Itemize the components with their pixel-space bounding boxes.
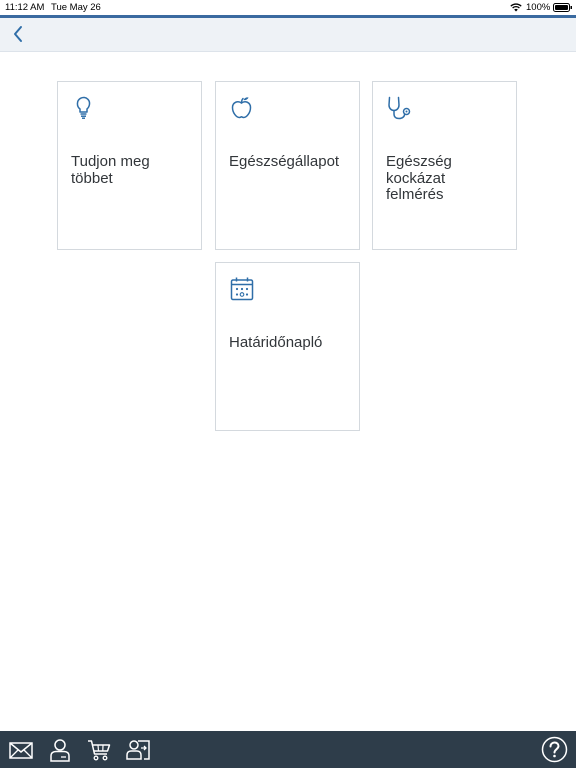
mail-icon — [9, 742, 33, 759]
bottom-toolbar — [0, 731, 576, 768]
cart-button[interactable] — [86, 737, 112, 763]
tile-label: Tudjon meg többet — [71, 153, 150, 187]
tile-label: Határidőnapló — [229, 334, 323, 351]
chevron-left-icon — [14, 26, 22, 42]
lightbulb-icon — [70, 94, 98, 122]
tile-label: Egészségállapot — [229, 153, 340, 170]
battery-percent: 100% — [526, 2, 551, 13]
status-time: 11:12 AM — [5, 2, 45, 13]
stethoscope-icon — [385, 94, 413, 122]
status-date: Tue May 26 — [51, 2, 101, 13]
profile-button[interactable] — [47, 737, 73, 763]
calendar-icon — [228, 275, 256, 303]
battery-icon — [553, 3, 573, 15]
tile-health-risk-assessment[interactable]: Egészség kockázat felmérés — [372, 81, 517, 250]
tile-health-status[interactable]: Egészségállapot — [215, 81, 360, 250]
user-switch-icon — [126, 740, 150, 760]
navigation-bar — [0, 18, 576, 52]
apple-icon — [228, 94, 256, 122]
wifi-icon — [510, 3, 522, 15]
back-button[interactable] — [8, 23, 30, 45]
help-icon — [541, 736, 568, 763]
help-button[interactable] — [541, 736, 568, 763]
user-icon — [50, 739, 70, 762]
tile-learn-more[interactable]: Tudjon meg többet — [57, 81, 202, 250]
switch-user-button[interactable] — [125, 737, 151, 763]
mail-button[interactable] — [8, 737, 34, 763]
status-bar: 11:12 AM Tue May 26 100% — [0, 0, 576, 15]
cart-icon — [88, 740, 111, 761]
tile-calendar[interactable]: Határidőnapló — [215, 262, 360, 431]
tile-label: Egészség kockázat felmérés — [386, 153, 452, 203]
